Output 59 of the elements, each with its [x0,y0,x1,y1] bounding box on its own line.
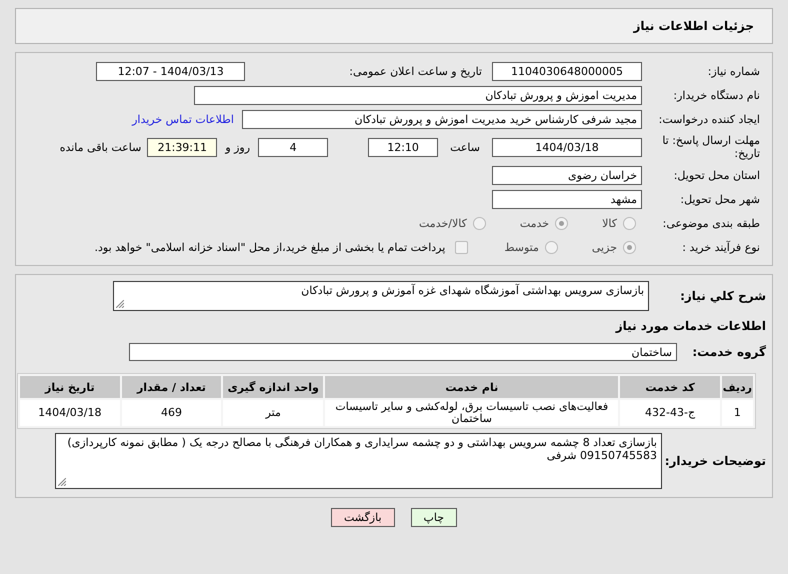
field-label: نام دستگاه خریدار: [672,88,761,102]
contact-link[interactable]: اطلاعات تماس خریدار [132,112,234,126]
creator-field: مجید شرفی کارشناس خرید مدیریت اموزش و پرورش تبادکان [242,110,642,128]
column-header: کد خدمت [620,376,720,398]
city-field: مشهد [492,190,642,208]
radio-label: جزیی [592,240,617,254]
remaining-time-field: 21:39:11 [147,138,218,156]
time-label: ساعت [450,140,480,154]
radio-button[interactable] [472,216,486,230]
field-label: شماره نیاز: [706,64,761,78]
field-label: استان محل تحویل: [672,168,761,182]
resize-grip-icon[interactable] [116,300,124,308]
column-header: ردیف [722,376,753,398]
radio-label: خدمت [520,216,550,230]
column-header: نام خدمت [325,376,618,398]
field-label: مهلت ارسال پاسخ: تا تاریخ: [661,134,761,160]
province-field: خراسان رضوی [492,166,642,184]
column-header: تاریخ نیاز [20,376,120,398]
radio-button[interactable] [623,216,636,230]
field-label: شرح كلي نياز: [679,290,767,302]
field-label: گروه خدمت: [691,346,767,358]
radio-label: متوسط [504,240,539,254]
summary-textarea[interactable]: بازسازی سرویس بهداشتی آموزشگاه شهدای غزه آموزش و پرورش تبادکان [113,281,649,311]
deadline-time-field: 12:10 [368,138,438,156]
print-button[interactable]: چاپ [410,508,458,527]
field-label: ایجاد کننده درخواست: [658,112,761,126]
field-label: طبقه بندی موضوعی: [662,216,761,230]
radio-button[interactable] [544,240,558,254]
radio-button[interactable] [555,216,568,230]
field-label: نوع فرآیند خرید : [681,240,761,254]
page-title: جزئیات اطلاعات نیاز [633,19,754,33]
announce-date-field: 1404/03/13 - 12:07 [96,62,246,80]
days-field: 4 [258,138,328,156]
notes-textarea[interactable]: بازسازی تعداد 8 چشمه سرویس بهداشتی و دو چشمه سرایداری و همکاران فرهنگی با مصالح درجه یک ( مطابق نمونه کارپردازی) 09150745583 شرفی [55,433,662,489]
back-button[interactable]: بازگشت [330,508,395,527]
table-cell: متر [223,400,324,426]
radio-button[interactable] [623,240,636,254]
radio-label: كالا/خدمت [419,216,467,230]
deadline-date-field: 1404/03/18 [492,138,642,156]
column-header: واحد اندازه گیری [223,376,324,398]
table-cell: فعالیت‌های نصب تاسیسات برق، لوله‌کشی و سایر تاسیسات ساختمان [325,400,618,426]
service-group-field: ساختمان [129,343,677,361]
table-cell: 469 [122,400,222,426]
column-header: تعداد / مقدار [122,376,222,398]
need-number-field: 1104030648000005 [492,62,642,80]
field-label: تاریخ و ساعت اعلان عمومی: [349,64,482,78]
radio-label: كالا [602,216,617,230]
field-label: توضیحات خریدار: [664,454,767,468]
field-label: شهر محل تحویل: [679,192,761,206]
days-label: روز و [225,140,250,154]
payment-label: پرداخت تمام یا بخشی از مبلغ خرید،از محل "اسناد خزانه اسلامی" خواهد بود. [94,240,446,254]
resize-grip-icon[interactable] [58,478,66,486]
section-heading: اطلاعات خدمات مورد نیاز [614,320,767,332]
buyer-field: مدیریت اموزش و پرورش تبادکان [194,86,642,104]
checkbox[interactable] [455,240,468,254]
table-cell: 1 [722,400,753,426]
table-cell: 1404/03/18 [20,400,120,426]
table-cell: ج-43-432 [620,400,720,426]
remaining-label: ساعت باقی مانده [60,140,142,154]
